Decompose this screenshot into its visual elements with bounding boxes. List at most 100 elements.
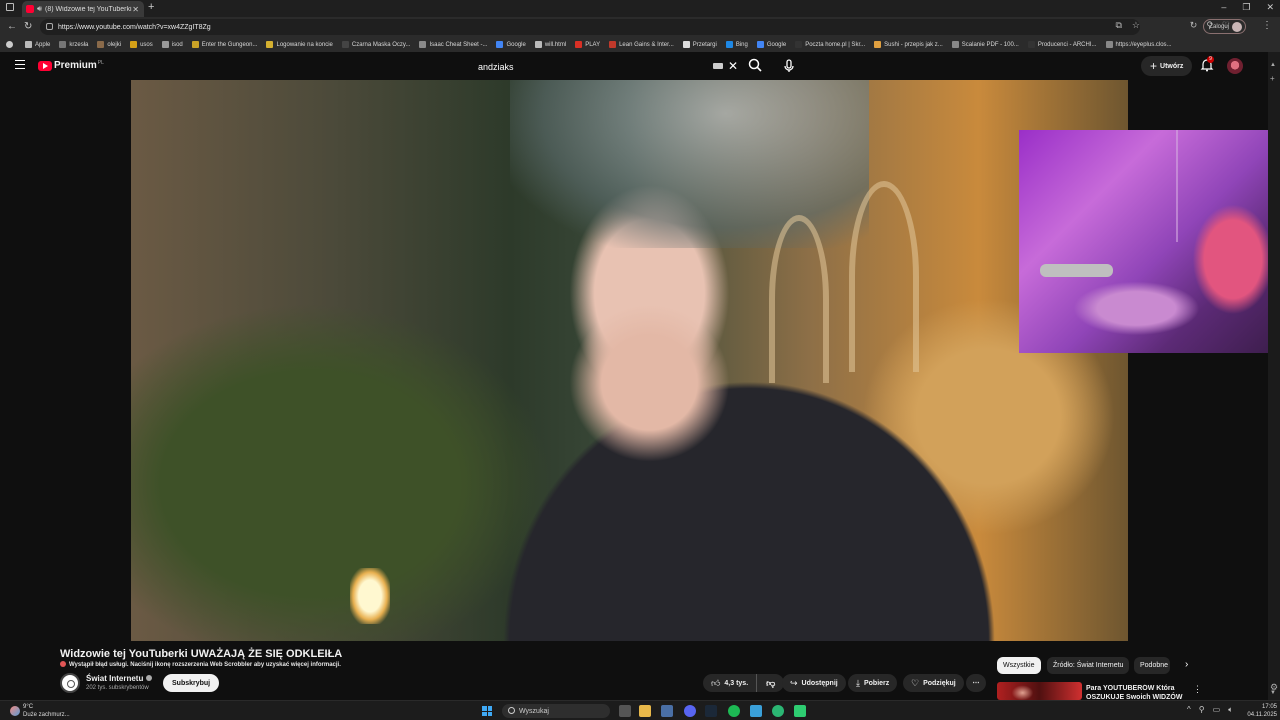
search-input[interactable]: andziaks ✕ bbox=[470, 56, 740, 78]
bookmark-item[interactable]: Poczta home.pl | Skr... bbox=[795, 41, 865, 48]
bookmark-item[interactable]: Isaac Cheat Sheet -... bbox=[419, 41, 487, 48]
account-avatar[interactable] bbox=[1227, 58, 1243, 74]
tray-chevron-icon[interactable]: ^ bbox=[1187, 705, 1191, 715]
network-icon[interactable]: ▭ bbox=[1213, 705, 1221, 715]
bookmark-label: Producenci - ARCHI... bbox=[1037, 41, 1097, 48]
bookmark-item[interactable]: Scalanie PDF - 100... bbox=[951, 41, 1019, 48]
youtube-premium-logo[interactable]: Premium PL bbox=[38, 60, 104, 71]
notifications-button[interactable]: 9 bbox=[1200, 56, 1214, 72]
tray-app-icon[interactable]: ⚲ bbox=[1199, 705, 1205, 715]
bookmark-item[interactable]: Google bbox=[496, 41, 526, 48]
site-info-icon[interactable] bbox=[46, 23, 53, 30]
bookmark-item[interactable]: Logowanie na koncie bbox=[266, 41, 333, 48]
close-window-icon[interactable]: ✕ bbox=[1266, 2, 1274, 13]
bookmark-label: will.html bbox=[544, 41, 567, 48]
bookmark-item[interactable]: Czarna Maska Oczy... bbox=[341, 41, 410, 48]
reload-icon[interactable]: ↻ bbox=[24, 21, 32, 32]
share-button[interactable]: ↪ Udostępnij bbox=[782, 674, 846, 692]
like-button[interactable]: 👍︎ 4,3 tys. bbox=[703, 674, 758, 692]
edge-icon[interactable] bbox=[772, 705, 784, 717]
task-view-icon[interactable] bbox=[619, 705, 631, 717]
search-icon[interactable] bbox=[748, 58, 762, 72]
bookmark-item[interactable]: isod bbox=[161, 41, 183, 48]
page-scrollbar[interactable]: ▲ + ▼ bbox=[1268, 52, 1280, 700]
recommendation-thumbnail[interactable] bbox=[997, 682, 1082, 700]
clear-search-icon[interactable]: ✕ bbox=[728, 59, 738, 73]
overlay-shelf bbox=[1039, 263, 1113, 278]
bookmark-item[interactable]: krzesła bbox=[59, 41, 88, 48]
bookmark-item[interactable]: Lean Gains & Inter... bbox=[609, 41, 674, 48]
keyboard-icon[interactable] bbox=[713, 63, 723, 69]
scroll-up-icon[interactable]: ▲ bbox=[1270, 62, 1276, 68]
bookmark-item[interactable]: PLAY bbox=[575, 41, 600, 48]
chip-all[interactable]: Wszystkie bbox=[997, 657, 1041, 674]
bookmark-label: Poczta home.pl | Skr... bbox=[805, 41, 866, 48]
clock[interactable]: 17:05 04.11.2025 bbox=[1241, 703, 1277, 719]
gear-icon[interactable]: ⚙ bbox=[1270, 682, 1278, 693]
bookmark-star-icon[interactable]: ☆ bbox=[1132, 20, 1140, 31]
bookmark-item[interactable]: will.html bbox=[534, 41, 567, 48]
video-frame-arch bbox=[848, 180, 919, 372]
minimize-icon[interactable]: – bbox=[1221, 2, 1226, 13]
recommendation-title[interactable]: Para YOUTUBERÓW Która OSZUKUJE Swoich WI… bbox=[1086, 684, 1186, 700]
bookmark-item[interactable]: Bing bbox=[725, 41, 748, 48]
thanks-button[interactable]: ♡ Podziękuj bbox=[903, 674, 964, 692]
chevron-right-icon[interactable]: › bbox=[1185, 659, 1188, 670]
browser-tab[interactable]: 🔊︎ (8) Widzowie tej YouTuberki ✕ bbox=[22, 1, 144, 17]
bookmark-item[interactable]: Enter the Gungeon... bbox=[191, 41, 257, 48]
extension-refresh-icon[interactable]: ↻ bbox=[1190, 20, 1198, 31]
audio-playing-icon[interactable]: 🔊︎ bbox=[37, 4, 42, 14]
menu-icon[interactable] bbox=[15, 60, 25, 69]
app-icon[interactable] bbox=[750, 705, 762, 717]
back-icon[interactable]: ← bbox=[7, 21, 17, 32]
video-player[interactable] bbox=[131, 80, 1128, 641]
bookmark-item[interactable]: Przetargi bbox=[682, 41, 717, 48]
dislike-button[interactable]: 👎︎ bbox=[757, 674, 784, 692]
bookmark-favicon-icon bbox=[575, 41, 583, 48]
channel-avatar[interactable] bbox=[60, 673, 80, 693]
close-tab-icon[interactable]: ✕ bbox=[132, 5, 139, 14]
weather-widget[interactable]: 9°C Duże zachmurz... bbox=[10, 703, 70, 719]
install-app-icon[interactable]: ⧉ bbox=[1115, 20, 1121, 31]
notification-badge: 9 bbox=[1207, 56, 1214, 63]
file-explorer-icon[interactable] bbox=[639, 705, 651, 717]
chip-related[interactable]: Podobne bbox=[1134, 657, 1170, 674]
app-icon[interactable] bbox=[794, 705, 806, 717]
new-tab-button[interactable]: + bbox=[148, 1, 154, 13]
tab-search-icon[interactable] bbox=[6, 3, 14, 11]
address-bar[interactable]: https://www.youtube.com/watch?v=xw4ZZgIT… bbox=[40, 19, 1140, 35]
bookmark-item[interactable]: Apple bbox=[25, 41, 50, 48]
recommendation-menu-icon[interactable]: ⋮ bbox=[1193, 684, 1202, 695]
steam-icon[interactable] bbox=[705, 705, 717, 717]
bookmark-item[interactable]: olejki bbox=[97, 41, 121, 48]
bookmark-item[interactable]: Producenci - ARCHI... bbox=[1027, 41, 1097, 48]
bookmark-favicon-icon bbox=[496, 41, 504, 48]
bookmark-label: PLAY bbox=[585, 41, 601, 48]
spotify-icon[interactable] bbox=[728, 705, 740, 717]
bookmark-item[interactable]: usos bbox=[130, 41, 153, 48]
taskbar-search[interactable]: Wyszukaj bbox=[502, 704, 610, 718]
calculator-icon[interactable] bbox=[661, 705, 673, 717]
create-button[interactable]: + Utwórz bbox=[1141, 56, 1193, 76]
restore-icon[interactable]: ❐ bbox=[1242, 2, 1250, 13]
weather-temp: 9°C bbox=[23, 704, 34, 710]
volume-icon[interactable]: 🔈︎ bbox=[1228, 705, 1233, 715]
bookmark-item[interactable]: Sushi - przepis jak z... bbox=[874, 41, 943, 48]
start-button[interactable] bbox=[482, 706, 492, 716]
subscribe-button[interactable]: Subskrybuj bbox=[163, 674, 220, 692]
channel-name[interactable]: Świat Internetu bbox=[86, 674, 153, 683]
weather-icon bbox=[10, 706, 20, 716]
subscriber-count: 202 tys. subskrybentów bbox=[86, 685, 149, 691]
profile-button[interactable]: Zaloguj bbox=[1203, 19, 1246, 34]
voice-search-icon[interactable] bbox=[781, 58, 797, 74]
download-button[interactable]: ⤓ Pobierz bbox=[848, 674, 898, 692]
miniplayer-overlay[interactable] bbox=[1019, 130, 1280, 353]
bookmark-apps-icon[interactable] bbox=[6, 41, 16, 48]
bookmark-item[interactable]: Google bbox=[756, 41, 786, 48]
bookmark-item[interactable]: https://eyeplus.clos... bbox=[1105, 41, 1172, 48]
discord-icon[interactable] bbox=[684, 705, 696, 717]
browser-menu-icon[interactable]: ⋮ bbox=[1262, 20, 1272, 31]
more-actions-button[interactable]: ⋯ bbox=[966, 674, 986, 692]
chip-source[interactable]: Źródło: Świat Internetu bbox=[1047, 657, 1130, 674]
sidebar-add-icon[interactable]: + bbox=[1270, 74, 1275, 83]
